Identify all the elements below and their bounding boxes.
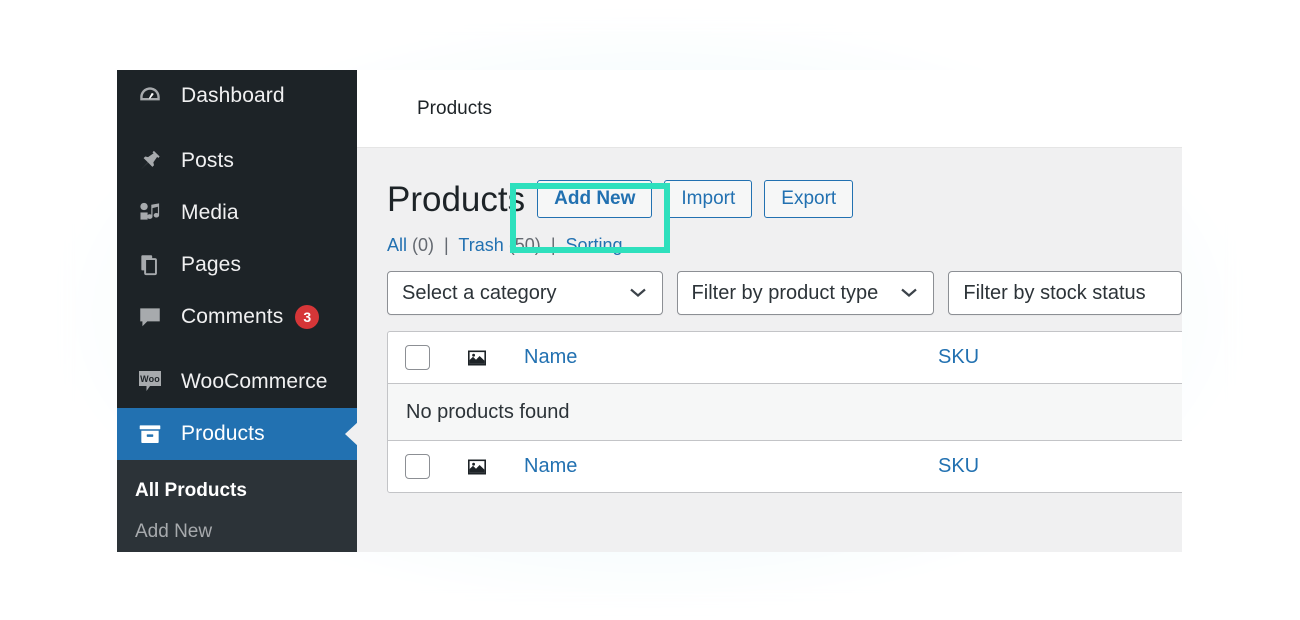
woo-icon: Woo <box>135 367 165 397</box>
submenu-item-add-new[interactable]: Add New <box>117 511 357 552</box>
image-column-header <box>446 348 508 368</box>
svg-text:Woo: Woo <box>140 374 160 384</box>
page-title: Products <box>417 97 492 119</box>
products-icon <box>135 419 165 449</box>
comment-icon <box>135 302 165 332</box>
submenu-item-label: All Products <box>135 479 247 501</box>
products-table: Name SKU No products found Name SKU <box>387 331 1182 493</box>
export-button[interactable]: Export <box>764 180 854 218</box>
comments-count-badge: 3 <box>295 305 320 329</box>
submenu-item-all-products[interactable]: All Products <box>117 470 357 511</box>
add-new-button[interactable]: Add New <box>537 180 653 218</box>
sidebar-item-comments[interactable]: Comments 3 <box>117 291 357 343</box>
import-button[interactable]: Import <box>664 180 753 218</box>
stock-status-filter-label: Filter by stock status <box>963 281 1146 304</box>
admin-topbar: Products <box>357 70 1182 148</box>
sidebar-item-label: Comments <box>181 305 284 328</box>
sidebar-item-dashboard[interactable]: Dashboard <box>117 70 357 122</box>
submenu-item-label: Add New <box>135 520 213 542</box>
category-filter-select[interactable]: Select a category <box>387 271 663 315</box>
wordpress-admin-window: Dashboard Posts Media Pages Comments 3 W… <box>117 70 1182 552</box>
image-icon <box>468 459 486 474</box>
sku-column-header[interactable]: SKU <box>938 346 979 369</box>
views-links: All (0) | Trash (50) | Sorting <box>387 235 1182 256</box>
products-submenu: All Products Add New <box>117 460 357 552</box>
select-all-checkbox-footer[interactable] <box>404 454 430 479</box>
admin-main-area: Products Products Add New Import Export … <box>357 70 1182 552</box>
current-menu-arrow <box>345 422 357 446</box>
sidebar-item-label: Products <box>181 422 265 445</box>
sidebar-item-label: Pages <box>181 253 242 276</box>
sidebar-item-media[interactable]: Media <box>117 187 357 239</box>
select-all-checkbox[interactable] <box>404 345 430 370</box>
chevron-down-icon <box>899 282 919 305</box>
select-all-checkbox-cell[interactable] <box>388 345 446 370</box>
sidebar-item-label: Dashboard <box>181 84 285 107</box>
sidebar-item-label: Posts <box>181 149 235 172</box>
media-icon <box>135 198 165 228</box>
admin-sidebar: Dashboard Posts Media Pages Comments 3 W… <box>117 70 357 552</box>
dashboard-icon <box>135 81 165 111</box>
filter-bar: Select a category Filter by product type <box>387 271 1182 315</box>
empty-state-row: No products found <box>388 384 1182 440</box>
view-link-sorting[interactable]: Sorting <box>566 235 623 255</box>
image-icon <box>468 350 486 365</box>
category-filter-label: Select a category <box>402 281 557 304</box>
image-column-footer <box>446 457 508 477</box>
sidebar-divider-2 <box>117 343 357 356</box>
sidebar-item-products[interactable]: Products <box>117 408 357 460</box>
stock-status-filter-select[interactable]: Filter by stock status <box>948 271 1182 315</box>
product-type-filter-select[interactable]: Filter by product type <box>676 271 935 315</box>
view-count-all: (0) <box>412 235 435 255</box>
select-all-checkbox-cell-footer[interactable] <box>388 454 446 479</box>
view-link-trash[interactable]: Trash <box>458 235 503 255</box>
pages-icon <box>135 250 165 280</box>
sku-column-footer[interactable]: SKU <box>938 455 979 478</box>
page-content: Products Add New Import Export All (0) |… <box>357 148 1182 493</box>
sidebar-divider <box>117 122 357 135</box>
table-header-row: Name SKU <box>388 332 1182 384</box>
name-column-footer[interactable]: Name <box>508 455 938 478</box>
table-footer-row: Name SKU <box>388 440 1182 492</box>
sidebar-item-pages[interactable]: Pages <box>117 239 357 291</box>
chevron-down-icon <box>628 282 648 305</box>
view-count-trash: (50) <box>508 235 541 255</box>
page-heading: Products <box>387 179 526 219</box>
sidebar-item-woocommerce[interactable]: Woo WooCommerce <box>117 356 357 408</box>
name-column-header[interactable]: Name <box>508 346 938 369</box>
view-link-all[interactable]: All <box>387 235 407 255</box>
pin-icon <box>135 146 165 176</box>
views-separator: | <box>444 235 449 255</box>
sidebar-item-label: Media <box>181 201 239 224</box>
sidebar-item-label: WooCommerce <box>181 370 328 393</box>
product-type-filter-label: Filter by product type <box>691 281 879 304</box>
sidebar-item-posts[interactable]: Posts <box>117 135 357 187</box>
views-separator-2: | <box>550 235 556 255</box>
heading-row: Products Add New Import Export <box>387 180 1182 218</box>
